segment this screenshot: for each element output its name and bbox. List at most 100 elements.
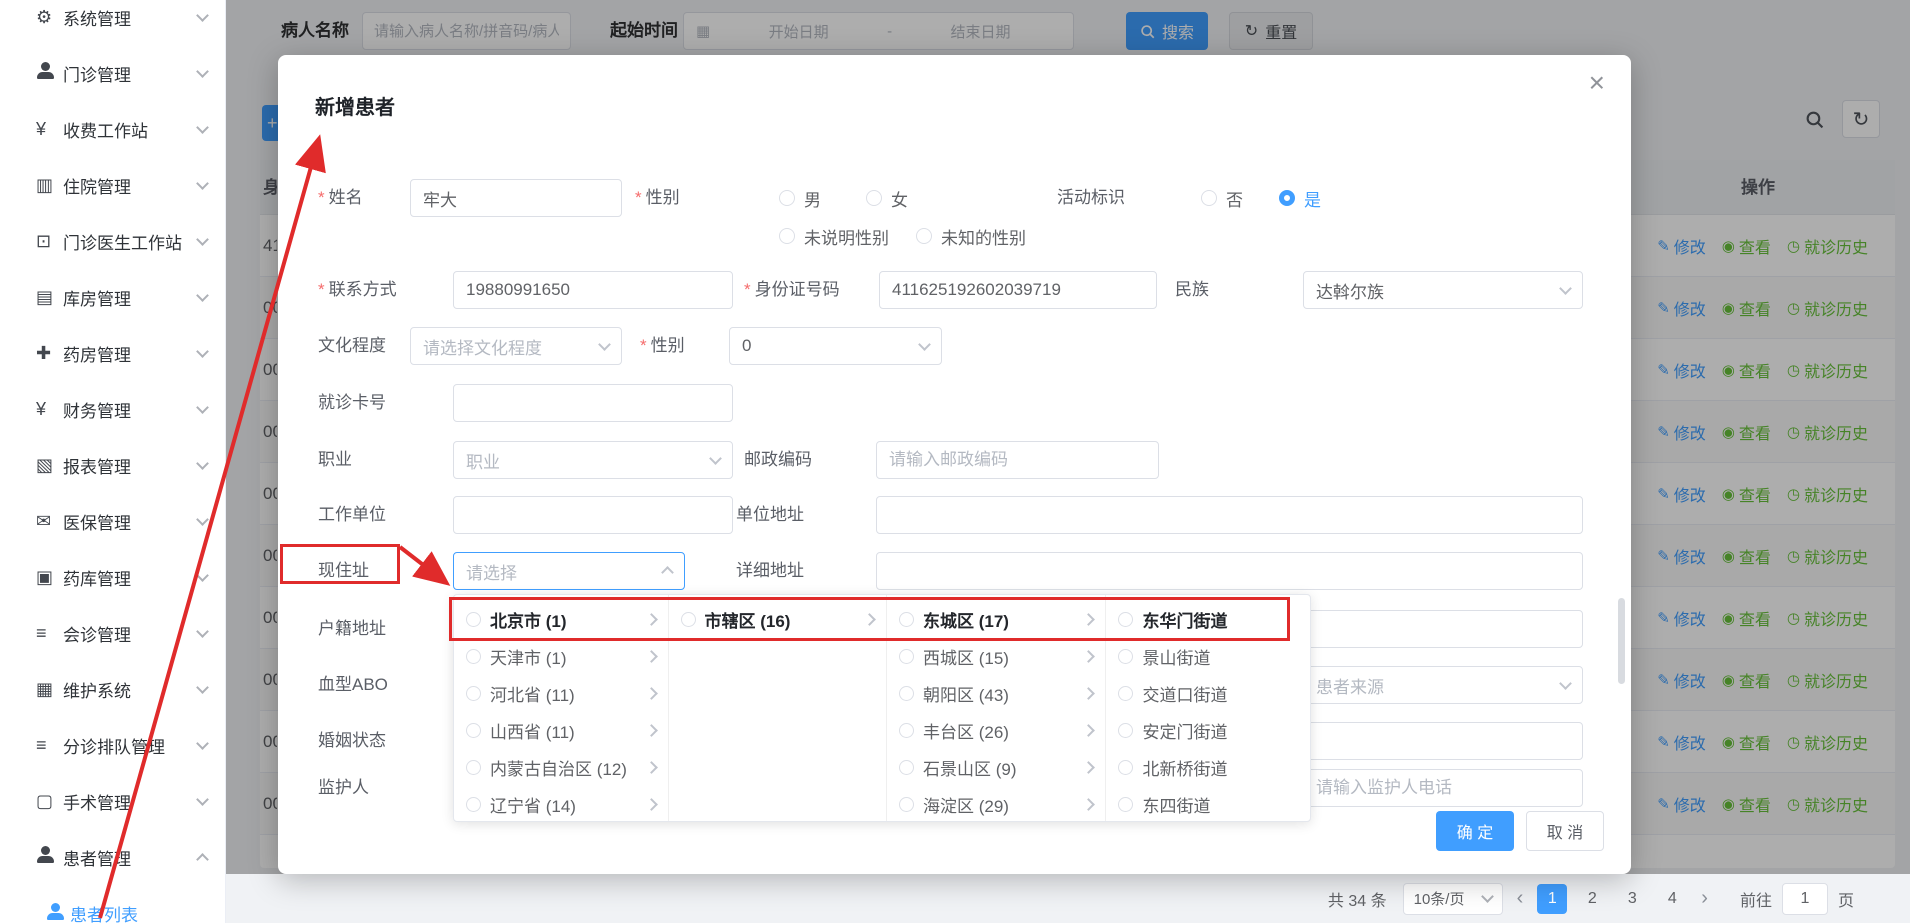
patient-source-select[interactable]: 患者来源 xyxy=(1303,666,1583,704)
guardian-phone-input[interactable] xyxy=(1303,769,1583,807)
sidebar-item-inpatient[interactable]: ▥住院管理 xyxy=(0,157,225,213)
cascader-option-xicheng[interactable]: 西城区 (15) xyxy=(887,638,1105,675)
chart-icon: ▥ xyxy=(36,175,63,196)
chevron-down-icon xyxy=(196,737,209,750)
modal-scrollbar-thumb[interactable] xyxy=(1618,598,1625,684)
chevron-down-icon xyxy=(598,338,611,351)
id-number-label: *身份证号码 xyxy=(744,271,840,309)
gender-radio-unstated[interactable]: 未说明性别 xyxy=(779,217,889,255)
chevron-right-icon xyxy=(645,798,658,811)
radio-circle xyxy=(899,686,914,701)
occupation-label: 职业 xyxy=(318,441,352,479)
cascader-province-column: 北京市 (1) 天津市 (1) 河北省 (11) 山西省 (11) 内蒙古自治区… xyxy=(454,595,669,821)
required-asterisk: * xyxy=(640,336,647,355)
total-count: 共 34 条 xyxy=(1328,887,1387,911)
cascader-option-shijingshan[interactable]: 石景山区 (9) xyxy=(887,749,1105,786)
sidebar-item-patient-list[interactable]: 患者列表 xyxy=(0,885,225,923)
sidebar-item-outpatient[interactable]: 门诊管理 xyxy=(0,45,225,101)
prev-page-button[interactable]: ‹ xyxy=(1513,887,1528,910)
person-icon xyxy=(46,903,70,923)
cancel-button[interactable]: 取 消 xyxy=(1526,811,1604,851)
confirm-button[interactable]: 确 定 xyxy=(1436,811,1514,851)
radio-circle xyxy=(899,612,914,627)
radio-circle xyxy=(899,760,914,775)
cascader-option-haidian[interactable]: 海淀区 (29) xyxy=(887,786,1105,821)
chevron-down-icon xyxy=(196,793,209,806)
cascader-option-donghuamen[interactable]: 东华门街道 xyxy=(1106,601,1310,638)
cascader-option-jingshan[interactable]: 景山街道 xyxy=(1106,638,1310,675)
sidebar-item-doctor-workstation[interactable]: ⊡门诊医生工作站 xyxy=(0,213,225,269)
radio-circle xyxy=(466,686,481,701)
cascader-option-hebei[interactable]: 河北省 (11) xyxy=(454,675,668,712)
chevron-right-icon xyxy=(645,650,658,663)
page-size-select[interactable]: 10条/页 xyxy=(1403,883,1503,915)
gender-radio-male[interactable]: 男 xyxy=(779,179,821,217)
cascader-option-dongcheng[interactable]: 东城区 (17) xyxy=(887,601,1105,638)
radio-circle xyxy=(899,723,914,738)
education-select[interactable]: 请选择文化程度 xyxy=(410,327,622,365)
cascader-option-jiaodaokou[interactable]: 交道口街道 xyxy=(1106,675,1310,712)
sidebar-item-warehouse[interactable]: ▤库房管理 xyxy=(0,269,225,325)
cascader-option-shixiaqu[interactable]: 市辖区 (16) xyxy=(669,601,886,638)
chevron-down-icon xyxy=(196,681,209,694)
cascader-option-chaoyang[interactable]: 朝阳区 (43) xyxy=(887,675,1105,712)
detail-address-input[interactable] xyxy=(876,552,1583,590)
unit-address-input[interactable] xyxy=(876,496,1583,534)
gender-radio-female[interactable]: 女 xyxy=(866,179,908,217)
sidebar-item-insurance[interactable]: ✉医保管理 xyxy=(0,493,225,549)
chevron-right-icon xyxy=(863,613,876,626)
current-address-cascader[interactable]: 请选择 xyxy=(453,552,685,590)
id-number-input[interactable] xyxy=(879,271,1157,309)
cascader-city-column: 市辖区 (16) xyxy=(669,595,887,821)
page-button-2[interactable]: 2 xyxy=(1577,884,1607,914)
goto-page-input[interactable] xyxy=(1782,883,1828,915)
current-address-label: 现住址 xyxy=(318,552,369,590)
cascader-option-liaoning[interactable]: 辽宁省 (14) xyxy=(454,786,668,821)
active-radio-no[interactable]: 否 xyxy=(1201,179,1243,217)
postal-input[interactable] xyxy=(876,441,1159,479)
education-label: 文化程度 xyxy=(318,327,386,365)
ethnicity-select[interactable]: 达斡尔族 xyxy=(1303,271,1583,309)
sidebar-item-system[interactable]: ⚙系统管理 xyxy=(0,0,225,45)
cascader-option-tianjin[interactable]: 天津市 (1) xyxy=(454,638,668,675)
gender2-select[interactable]: 0 xyxy=(729,327,942,365)
sidebar-item-surgery[interactable]: ▢手术管理 xyxy=(0,773,225,829)
sidebar: ⚙系统管理 门诊管理 ¥收费工作站 ▥住院管理 ⊡门诊医生工作站 ▤库房管理 ✚… xyxy=(0,0,226,923)
close-icon[interactable]: × xyxy=(1589,69,1605,97)
contact-input[interactable] xyxy=(453,271,733,309)
cascader-option-shanxi[interactable]: 山西省 (11) xyxy=(454,712,668,749)
sidebar-item-triage-queue[interactable]: ≡分诊排队管理 xyxy=(0,717,225,773)
page-button-1[interactable]: 1 xyxy=(1537,884,1567,914)
visit-card-input[interactable] xyxy=(453,384,733,422)
page-button-4[interactable]: 4 xyxy=(1657,884,1687,914)
sidebar-item-pharmacy[interactable]: ✚药房管理 xyxy=(0,325,225,381)
cascader-option-neimenggu[interactable]: 内蒙古自治区 (12) xyxy=(454,749,668,786)
active-radio-yes[interactable]: 是 xyxy=(1279,179,1321,217)
sidebar-item-charging[interactable]: ¥收费工作站 xyxy=(0,101,225,157)
chevron-up-icon xyxy=(661,566,674,579)
cascader-option-fengtai[interactable]: 丰台区 (26) xyxy=(887,712,1105,749)
sidebar-nav: ⚙系统管理 门诊管理 ¥收费工作站 ▥住院管理 ⊡门诊医生工作站 ▤库房管理 ✚… xyxy=(0,0,225,923)
chevron-right-icon xyxy=(1083,687,1096,700)
cascader-street-column: 东华门街道 景山街道 交道口街道 安定门街道 北新桥街道 东四街道 xyxy=(1106,595,1310,821)
chevron-down-icon xyxy=(196,457,209,470)
name-input[interactable] xyxy=(410,179,622,217)
cascader-option-dongsi[interactable]: 东四街道 xyxy=(1106,786,1310,821)
page-button-3[interactable]: 3 xyxy=(1617,884,1647,914)
next-page-button[interactable]: › xyxy=(1697,887,1712,910)
sidebar-item-finance[interactable]: ¥财务管理 xyxy=(0,381,225,437)
cascader-option-beijing[interactable]: 北京市 (1) xyxy=(454,601,668,638)
consult-icon: ≡ xyxy=(36,623,63,644)
cascader-option-andingmen[interactable]: 安定门街道 xyxy=(1106,712,1310,749)
sidebar-item-drugstore[interactable]: ▣药库管理 xyxy=(0,549,225,605)
sidebar-item-maintain[interactable]: ▦维护系统 xyxy=(0,661,225,717)
sidebar-item-patient-management[interactable]: 患者管理 xyxy=(0,829,225,885)
sidebar-item-consult[interactable]: ≡会诊管理 xyxy=(0,605,225,661)
occupation-select[interactable]: 职业 xyxy=(453,441,733,479)
chevron-right-icon xyxy=(645,761,658,774)
chevron-down-icon xyxy=(196,513,209,526)
work-unit-input[interactable] xyxy=(453,496,733,534)
sidebar-item-report[interactable]: ▧报表管理 xyxy=(0,437,225,493)
radio-circle xyxy=(1118,723,1133,738)
gender-radio-unknown[interactable]: 未知的性别 xyxy=(916,217,1026,255)
